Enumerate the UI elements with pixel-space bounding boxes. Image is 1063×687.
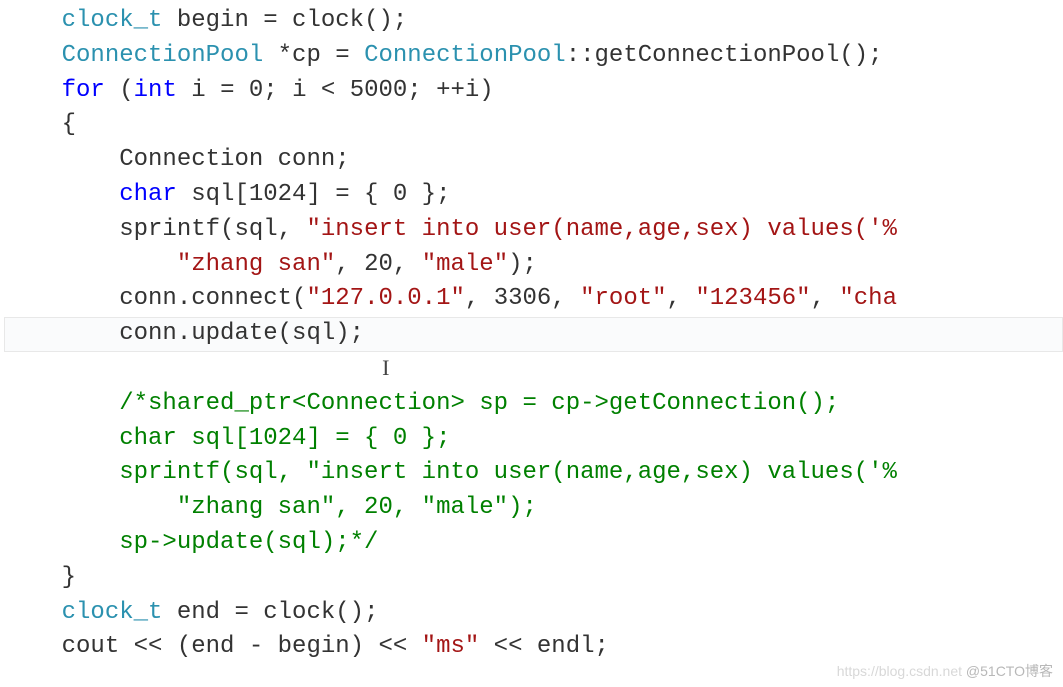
code-line: {	[4, 111, 76, 138]
code-line: Connection conn;	[4, 146, 350, 173]
code-line-active: conn.update(sql);	[4, 317, 1063, 352]
code-editor[interactable]: clock_t begin = clock(); ConnectionPool …	[0, 0, 1063, 665]
code-line: sprintf(sql, "insert into user(name,age,…	[4, 216, 897, 243]
code-line: /*shared_ptr<Connection> sp = cp->getCon…	[4, 390, 839, 417]
code-line: char sql[1024] = { 0 };	[4, 181, 450, 208]
code-line: }	[4, 564, 76, 591]
code-line: conn.connect("127.0.0.1", 3306, "root", …	[4, 285, 897, 312]
watermark-site: @51CTO博客	[966, 663, 1053, 679]
code-line: "zhang san", 20, "male");	[4, 251, 537, 278]
code-line: clock_t begin = clock();	[4, 7, 407, 34]
code-line: sp->update(sql);*/	[4, 529, 378, 556]
code-line: "zhang san", 20, "male");	[4, 494, 537, 521]
code-line: char sql[1024] = { 0 };	[4, 425, 450, 452]
watermark-url: https://blog.csdn.net	[837, 663, 962, 679]
code-line: clock_t end = clock();	[4, 599, 378, 626]
code-line: cout << (end - begin) << "ms" << endl;	[4, 633, 609, 660]
code-line: for (int i = 0; i < 5000; ++i)	[4, 77, 494, 104]
code-line: ConnectionPool *cp = ConnectionPool::get…	[4, 42, 883, 69]
code-line: sprintf(sql, "insert into user(name,age,…	[4, 459, 897, 486]
